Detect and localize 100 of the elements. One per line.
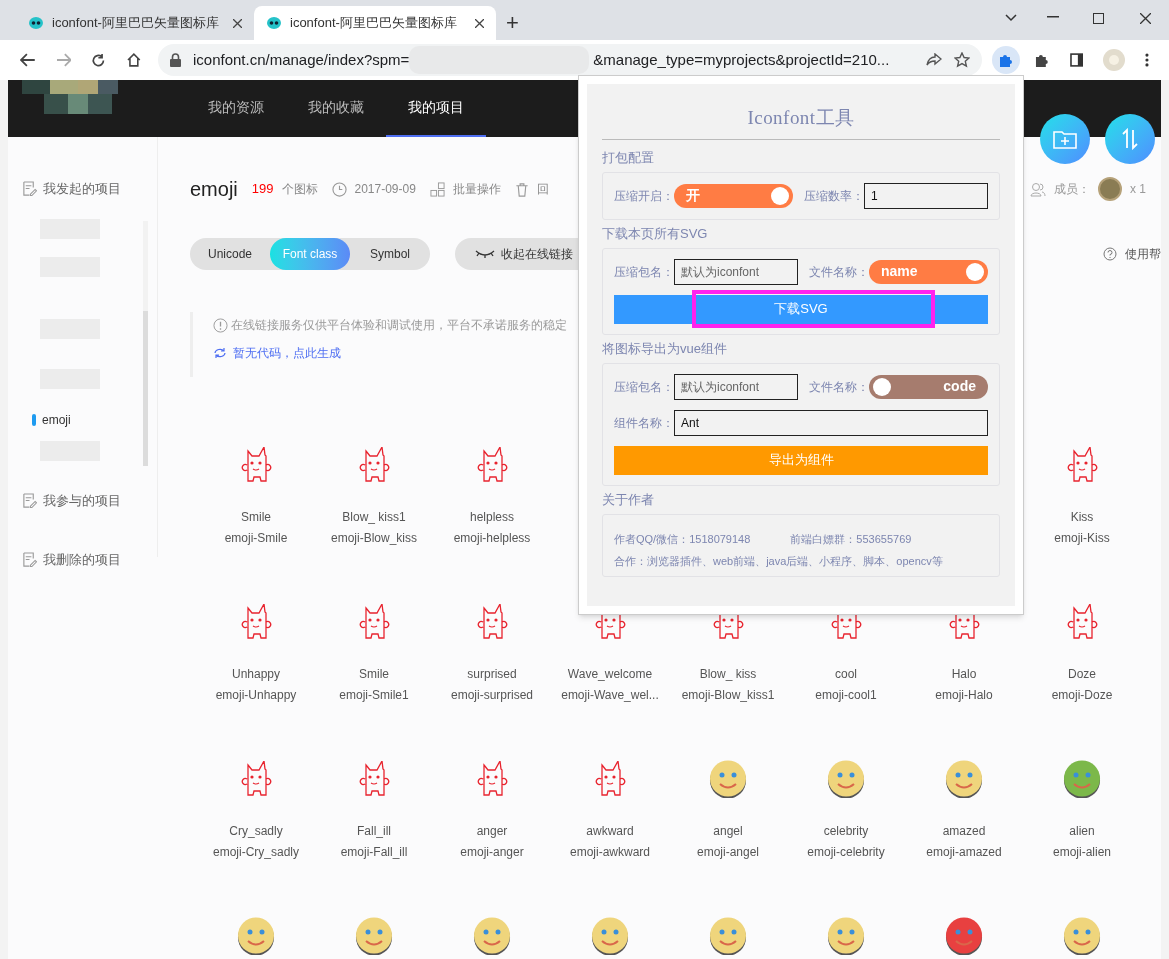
monster-icon [239,604,273,640]
more-icon[interactable] [1145,53,1149,67]
icon-class-name: emoji-Halo [935,687,993,704]
nav-tab[interactable]: 我的资源 [186,80,286,137]
icon-name: Doze [1068,666,1096,683]
monster-icon [475,604,509,640]
icon-class-name: emoji-Unhappy [215,687,297,704]
icon-class-name: emoji-Blow_kiss [331,530,417,547]
puzzle-icon[interactable] [1033,52,1050,68]
star-icon[interactable] [954,52,971,68]
trash-icon [514,181,529,197]
icon-name: Blow_ kiss [699,666,757,683]
address-bar[interactable]: iconfont.cn/manage/index?spm= &manage_type=myprojects&projectId=210... [157,44,983,76]
monster-icon [357,447,391,483]
input-field[interactable]: 1 [864,182,988,209]
field-label: 文件名称： [809,378,869,396]
toggle-switch[interactable]: code [869,374,988,399]
recycle-link[interactable]: 回 [536,180,549,198]
document-pen-icon [22,552,37,568]
tab-title: iconfont-阿里巴巴矢量图标库 [290,14,458,33]
icon-name: awkward [586,823,634,840]
icon-name: Smile [359,666,389,683]
people-icon [1030,181,1046,197]
sidebar-heading[interactable]: 我参与的项目 [43,490,121,510]
nav-tab[interactable]: 我的收藏 [286,80,386,137]
browser-tab[interactable]: iconfont-阿里巴巴矢量图标库 [16,6,254,40]
add-folder-button[interactable] [1040,114,1090,164]
field-label: 压缩数率： [804,187,864,205]
help-link[interactable]: 使用帮 [1125,245,1161,263]
sidebar-heading[interactable]: 我删除的项目 [43,550,121,570]
new-tab-button[interactable]: + [506,12,519,34]
icon-class-name: emoji-amazed [926,844,1002,861]
grid-icon [429,181,445,197]
project-title: emoji [190,177,238,202]
icon-name: Wave_welcome [567,666,653,683]
icon-class-name: emoji-cool1 [815,687,877,704]
reload-icon[interactable] [91,52,107,68]
close-icon[interactable] [1140,13,1151,24]
share-icon[interactable] [926,53,943,67]
icon-class-name: emoji-Fall_ill [340,844,408,861]
folder-plus-icon [1053,129,1077,149]
batch-link[interactable]: 批量操作 [452,180,501,198]
icon-class-name: emoji-Blow_kiss1 [681,687,775,704]
maximize-icon[interactable] [1093,13,1104,24]
document-pen-icon [22,492,37,508]
browser-tab[interactable]: iconfont-阿里巴巴矢量图标库 [254,6,496,40]
icon-class-name: emoji-angel [696,844,759,861]
url-text: &manage_type=myprojects&projectId=210... [593,49,890,70]
extension-button[interactable] [992,46,1020,74]
icon-name: angel [713,823,743,840]
monster-icon [475,761,509,797]
icon-class-name: emoji-Smile1 [339,687,409,704]
generate-code-link[interactable]: 暂无代码，点此生成 [213,344,341,362]
icon-name: Cry_sadly [229,823,283,840]
field-label: 压缩包名： [614,263,674,281]
nav-tab[interactable]: 我的项目 [386,80,486,137]
alien-head-icon [28,15,44,31]
code-tab[interactable]: Symbol [350,238,430,270]
icon-name: alien [1069,823,1095,840]
chevron-down-icon[interactable] [1005,14,1017,22]
icon-name: Unhappy [231,666,280,683]
sidebar-heading[interactable]: 我发起的项目 [43,179,121,199]
scrollbar-thumb[interactable] [143,310,148,466]
icon-name: Kiss [1070,509,1094,526]
icon-class-name: emoji-awkward [570,844,650,861]
clock-icon [331,181,347,197]
section-title: 关于作者 [602,490,655,509]
back-arrow-icon[interactable] [20,53,36,67]
alien-head-icon [266,15,282,31]
close-icon[interactable] [475,18,484,28]
code-tab[interactable]: Unicode [190,238,270,270]
close-icon[interactable] [233,18,242,28]
field-label: 组件名称： [614,414,674,432]
document-pen-icon [22,181,37,197]
input-field[interactable]: 默认为iconfont [674,373,798,400]
icon-name: cool [835,666,857,683]
section-title: 将图标导出为vue组件 [602,339,728,358]
icon-class-name: emoji-Wave_wel... [561,687,659,704]
lock-icon [169,53,181,67]
icon-name: celebrity [823,823,869,840]
field-label: 压缩开启： [614,187,674,205]
refresh-icon [213,347,227,359]
minimize-icon[interactable] [1047,16,1059,18]
icon-name: Halo [951,666,977,683]
input-field[interactable]: 默认为iconfont [674,258,798,285]
monster-icon [475,447,509,483]
count-label: 个图标 [281,181,318,198]
sort-button[interactable] [1105,114,1155,164]
scrollbar-track[interactable] [143,220,148,466]
side-panel-icon[interactable] [1069,53,1084,67]
sidebar-item[interactable]: emoji [42,410,71,429]
avatar [1098,177,1122,201]
home-icon[interactable] [126,52,142,68]
icon-name: anger [476,823,508,840]
closed-eye-icon [475,250,495,258]
field-label: 压缩包名： [614,378,674,396]
icon-name: helpless [470,509,514,526]
info-icon [213,317,228,333]
icon-class-name: emoji-Doze [1051,687,1113,704]
input-field[interactable]: Ant [674,409,988,436]
